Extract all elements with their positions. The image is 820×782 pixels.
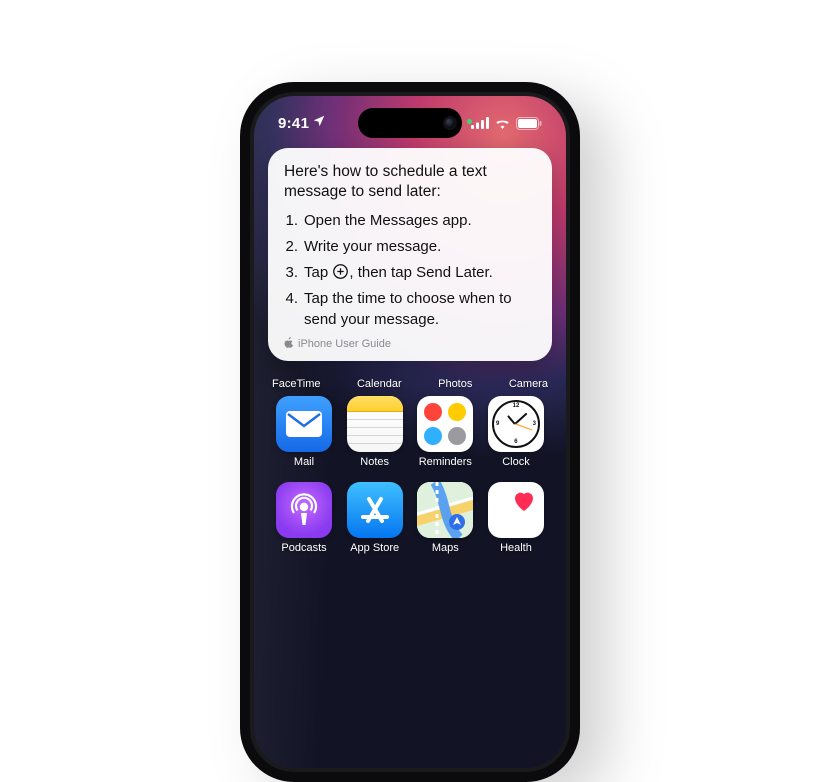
app-clock[interactable]: 12 6 3 9 Clock xyxy=(484,396,548,468)
card-steps-list: 1. Open the Messages app. 2. Write your … xyxy=(284,210,536,331)
app-label: FaceTime xyxy=(272,378,321,390)
card-step: 1. Open the Messages app. xyxy=(284,210,536,232)
battery-icon xyxy=(516,117,542,130)
front-camera-icon xyxy=(445,118,455,128)
app-row-peek-labels: FaceTime Calendar Photos Camera xyxy=(254,378,566,390)
app-podcasts[interactable]: Podcasts xyxy=(272,482,336,554)
step-text: Tap , then tap Send Later. xyxy=(304,262,536,284)
app-appstore[interactable]: App Store xyxy=(343,482,407,554)
app-notes[interactable]: Notes xyxy=(343,396,407,468)
dynamic-island xyxy=(358,108,462,138)
app-row: Podcasts App Store xyxy=(272,482,548,554)
reminders-icon xyxy=(417,396,473,452)
step-number: 1. xyxy=(284,210,298,232)
clock-icon: 12 6 3 9 xyxy=(488,396,544,452)
app-maps[interactable]: Maps xyxy=(413,482,477,554)
status-time: 9:41 xyxy=(278,115,309,132)
step-number: 2. xyxy=(284,236,298,258)
app-label: Podcasts xyxy=(281,542,326,554)
step-text: Open the Messages app. xyxy=(304,210,536,232)
card-source: iPhone User Guide xyxy=(284,337,536,351)
phone-screen: 9:41 xyxy=(254,96,566,768)
step-text-pre: Tap xyxy=(304,264,332,281)
app-label: Calendar xyxy=(357,378,402,390)
phone-bezel: 9:41 xyxy=(250,92,570,772)
step-text: Tap the time to choose when to send your… xyxy=(304,288,536,332)
status-right xyxy=(471,110,542,136)
app-label: Mail xyxy=(294,456,314,468)
card-step: 2. Write your message. xyxy=(284,236,536,258)
mail-icon xyxy=(276,396,332,452)
app-label: Notes xyxy=(360,456,389,468)
app-label: Camera xyxy=(509,378,548,390)
location-arrow-icon xyxy=(312,114,326,132)
step-text: Write your message. xyxy=(304,236,536,258)
iphone-device: 9:41 xyxy=(240,82,580,782)
app-health[interactable]: Health xyxy=(484,482,548,554)
app-label: Maps xyxy=(432,542,459,554)
app-label: Photos xyxy=(438,378,472,390)
phone-frame: 9:41 xyxy=(240,82,580,782)
app-row: Mail Notes Reminders xyxy=(272,396,548,468)
step-number: 4. xyxy=(284,288,298,332)
app-mail[interactable]: Mail xyxy=(272,396,336,468)
status-left: 9:41 xyxy=(278,110,326,136)
app-label: App Store xyxy=(350,542,399,554)
step-number: 3. xyxy=(284,262,298,284)
notes-icon xyxy=(347,396,403,452)
cellular-icon xyxy=(471,117,489,129)
step-text-post: , then tap Send Later. xyxy=(349,264,492,281)
card-step: 4. Tap the time to choose when to send y… xyxy=(284,288,536,332)
app-label: Reminders xyxy=(419,456,472,468)
card-title: Here's how to schedule a text message to… xyxy=(284,162,536,202)
card-source-text: iPhone User Guide xyxy=(298,338,391,350)
app-label: Health xyxy=(500,542,532,554)
siri-answer-card[interactable]: Here's how to schedule a text message to… xyxy=(268,148,552,361)
camera-indicator-dot xyxy=(467,119,472,124)
plus-circle-icon xyxy=(332,263,349,280)
apple-logo-icon xyxy=(284,337,294,351)
wifi-icon xyxy=(494,117,511,129)
app-label: Clock xyxy=(502,456,530,468)
home-screen-apps: Mail Notes Reminders xyxy=(254,396,566,568)
app-reminders[interactable]: Reminders xyxy=(413,396,477,468)
card-step: 3. Tap , then tap Send Later. xyxy=(284,262,536,284)
